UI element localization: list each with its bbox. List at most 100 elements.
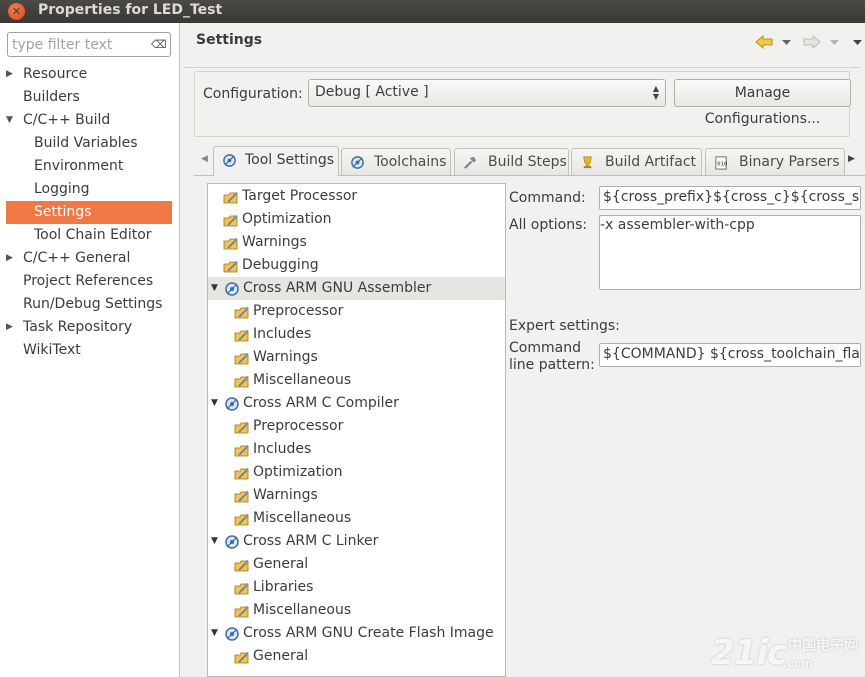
tree-item-tool-chain-editor[interactable]: Tool Chain Editor [0, 224, 180, 247]
gear-icon [223, 154, 236, 167]
tree-item-label: Settings [34, 204, 92, 220]
option-category-icon [234, 373, 250, 389]
gear-icon [351, 156, 364, 169]
expanded-arrow-icon[interactable]: ▼ [211, 622, 218, 645]
collapsed-arrow-icon[interactable]: ▶ [6, 316, 13, 339]
tree-item-logging[interactable]: Logging [0, 178, 180, 201]
tool-tree-option[interactable]: Includes [208, 438, 505, 461]
tree-item-label: Project References [23, 273, 154, 289]
page-title: Settings [196, 32, 263, 48]
configuration-value: Debug [ Active ] [315, 84, 429, 100]
tool-tree-option[interactable]: General [208, 553, 505, 576]
tool-tree-option[interactable]: Miscellaneous [208, 599, 505, 622]
tree-item-label: Run/Debug Settings [23, 296, 163, 312]
tree-item-c-c-general[interactable]: ▶ C/C++ General [0, 247, 180, 270]
tree-item-build-variables[interactable]: Build Variables [0, 132, 180, 155]
expanded-arrow-icon[interactable]: ▼ [211, 530, 218, 553]
tab-build-artifact[interactable]: Build Artifact [571, 148, 702, 175]
manage-configurations-button[interactable]: Manage Configurations... [674, 79, 851, 127]
tab-label: Build Steps [488, 154, 567, 170]
tool-tree-option[interactable]: Includes [208, 323, 505, 346]
tree-item-label: Build Variables [34, 135, 138, 151]
tab-build-steps[interactable]: Build Steps [454, 148, 569, 175]
tool-tree-tool[interactable]: ▼ Cross ARM GNU Assembler [208, 277, 505, 300]
tool-settings-tree: Target Processor Optimization Warnings Debu… [207, 183, 506, 677]
option-category-icon [234, 442, 250, 458]
filter-input[interactable] [12, 35, 148, 54]
tab-scroll-right-icon[interactable]: ▶ [848, 154, 855, 164]
tree-item-label: Resource [23, 66, 88, 82]
tree-item-task-repository[interactable]: ▶ Task Repository [0, 316, 180, 339]
option-category-icon [234, 327, 250, 343]
tool-tree-option[interactable]: Preprocessor [208, 300, 505, 323]
tool-tree-label: General [253, 648, 309, 664]
tree-item-builders[interactable]: Builders [0, 86, 180, 109]
chevron-down-icon[interactable] [782, 40, 791, 46]
all-options-value: -x assembler-with-cpp [600, 217, 755, 233]
collapsed-arrow-icon[interactable]: ▶ [6, 63, 13, 86]
tree-item-environment[interactable]: Environment [0, 155, 180, 178]
tool-tree-tool[interactable]: ▼ Cross ARM C Linker [208, 530, 505, 553]
tool-tree-option[interactable]: Preprocessor [208, 415, 505, 438]
configuration-group: Configuration: Debug [ Active ] ▲ ▼ Manag… [194, 71, 851, 137]
tool-tree-label: Preprocessor [253, 418, 344, 434]
tree-item-label: Builders [23, 89, 80, 105]
tool-tree-option[interactable]: Libraries [208, 576, 505, 599]
tab-tool-settings[interactable]: Tool Settings [213, 146, 339, 176]
watermark-main: 21ic [711, 633, 787, 673]
tool-tree-option[interactable]: Miscellaneous [208, 369, 505, 392]
option-category-icon [234, 304, 250, 320]
clear-filter-icon[interactable]: ⌫ [151, 39, 167, 50]
tool-tree-label: Warnings [253, 349, 318, 365]
site-watermark: 21ic 中国电子网 .com [711, 633, 858, 673]
view-menu-icon[interactable] [853, 40, 862, 46]
command-line-pattern-field[interactable]: ${COMMAND} ${cross_toolchain_flags} [599, 343, 861, 367]
expanded-arrow-icon[interactable]: ▼ [211, 277, 218, 300]
tool-tree-option[interactable]: Miscellaneous [208, 507, 505, 530]
tree-item-project-references[interactable]: Project References [0, 270, 180, 293]
tool-tree-option[interactable]: Optimization [208, 461, 505, 484]
expanded-arrow-icon[interactable]: ▼ [6, 109, 13, 132]
filter-box[interactable]: ⌫ [7, 32, 171, 57]
property-pages-panel: ⌫ ▶ Resource Builders ▼ C/C++ Build Build Var… [0, 23, 180, 677]
tool-tree-option[interactable]: Warnings [208, 346, 505, 369]
option-category-icon [223, 258, 239, 274]
tool-tree-option[interactable]: Debugging [208, 254, 505, 277]
tree-item-c-c-build[interactable]: ▼ C/C++ Build [0, 109, 180, 132]
close-icon[interactable]: ✕ [8, 3, 25, 20]
tree-item-label: Task Repository [23, 319, 133, 335]
collapsed-arrow-icon[interactable]: ▶ [6, 247, 13, 270]
tree-item-wikitext[interactable]: WikiText [0, 339, 180, 362]
tool-tree-tool[interactable]: ▼ Cross ARM GNU Create Flash Image [208, 622, 505, 645]
tool-tree-tool[interactable]: ▼ Cross ARM C Compiler [208, 392, 505, 415]
expanded-arrow-icon[interactable]: ▼ [211, 392, 218, 415]
all-options-label: All options: [509, 217, 588, 233]
tool-tree-label: Libraries [253, 579, 314, 595]
trophy-icon [583, 156, 592, 169]
tab-scroll-left-icon[interactable]: ◀ [201, 154, 208, 164]
option-category-icon [223, 212, 239, 228]
tab-toolchains[interactable]: Toolchains [341, 148, 451, 175]
tool-tree-option[interactable]: Target Processor [208, 185, 505, 208]
tab-binary-parsers[interactable]: 010 Binary Parsers [705, 148, 845, 175]
command-field[interactable]: ${cross_prefix}${cross_c}${cross_suffix} [599, 186, 861, 210]
tool-tree-option[interactable]: Optimization [208, 208, 505, 231]
tool-tree-label: Miscellaneous [253, 602, 352, 618]
tree-item-resource[interactable]: ▶ Resource [0, 63, 180, 86]
all-options-field[interactable]: -x assembler-with-cpp [599, 215, 861, 290]
tool-tree-label: Target Processor [242, 188, 358, 204]
tool-tree-option[interactable]: Warnings [208, 231, 505, 254]
tree-item-settings[interactable]: Settings [6, 201, 172, 224]
command-line-pattern-value: ${COMMAND} ${cross_toolchain_flags} [603, 346, 861, 362]
tree-item-run-debug-settings[interactable]: Run/Debug Settings [0, 293, 180, 316]
tool-tree-option[interactable]: Warnings [208, 484, 505, 507]
tab-label: Binary Parsers [739, 154, 840, 170]
tool-tree-label: General [253, 556, 309, 572]
window-title: Properties for LED_Test [38, 2, 223, 18]
option-category-icon [234, 465, 250, 481]
arrow-right-icon [803, 35, 821, 49]
configuration-select[interactable]: Debug [ Active ] ▲ ▼ [308, 79, 666, 107]
arrow-left-icon[interactable] [755, 35, 773, 49]
tool-tree-option[interactable]: General [208, 645, 505, 668]
tool-tree-label: Miscellaneous [253, 510, 352, 526]
